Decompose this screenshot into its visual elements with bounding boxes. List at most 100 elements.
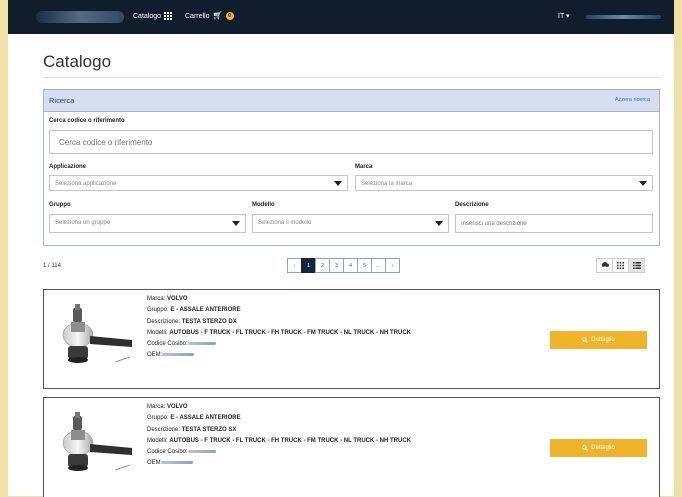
product-marca: Marca: VOLVO (147, 294, 411, 305)
search-panel-title: Ricerca (49, 96, 75, 105)
view-toggle (596, 258, 645, 273)
nav-catalogo[interactable]: Catalogo (133, 12, 173, 20)
marca-field-value: VOLVO (167, 296, 188, 302)
product-gruppo: Gruppo: E - ASSALE ANTERIORE (147, 413, 411, 424)
grid-icon (164, 12, 173, 20)
logo[interactable] (36, 11, 124, 23)
pagination-page-3[interactable]: 3 (329, 258, 344, 273)
cart-icon: 🛒︎ (212, 11, 223, 20)
pagination: ‹ 1 2 3 4 5 ... › (287, 258, 400, 273)
product-cosibo: Codice Cosibo: (147, 339, 411, 350)
detail-button-label: Dettaglio (591, 337, 615, 343)
product-oem: OEM: (147, 350, 411, 361)
list-view-icon (632, 262, 641, 269)
descrizione-field-label: Descrizione: (147, 318, 181, 325)
pagination-page-5[interactable]: 5 (357, 258, 372, 273)
cosibo-redacted (187, 342, 216, 346)
marca-value: Seleziona la marca (361, 181, 413, 187)
user-menu[interactable] (586, 15, 661, 19)
marca-label: Marca (355, 164, 373, 170)
product-info: Marca: VOLVO Gruppo: E - ASSALE ANTERIOR… (147, 294, 411, 362)
search-panel: Ricerca Azzera ricerca Cerca codice o ri… (43, 89, 660, 246)
language-dropdown[interactable]: IT ▾ (558, 12, 570, 20)
product-cosibo: Codice Cosibo: (147, 447, 411, 458)
modelli-field-value: AUTOBUS - F TRUCK - FL TRUCK - FH TRUCK … (169, 329, 411, 336)
oem-field-label: OEM (147, 460, 161, 467)
search-icon (582, 445, 588, 451)
modello-select[interactable]: Seleziona il modello (252, 214, 449, 233)
grid-view-icon (617, 262, 624, 269)
chevron-down-icon (435, 221, 443, 226)
product-image (62, 412, 132, 471)
code-label: Cerca codice o riferimento (49, 118, 125, 124)
results-count: 1 / 114 (43, 263, 61, 269)
descrizione-label: Descrizione (455, 202, 489, 208)
oem-field-label: OEM: (147, 352, 163, 359)
product-oem: OEM (147, 458, 411, 469)
product-modelli: Modelli: AUTOBUS - F TRUCK - FL TRUCK - … (147, 328, 411, 339)
product-descrizione: Descrizione: TESTA STERZO SX (147, 425, 411, 436)
pagination-next[interactable]: › (385, 258, 400, 273)
nav-carrello-label: Carrello (185, 12, 210, 20)
marca-field-label: Marca: (147, 404, 166, 410)
modelli-field-label: Modelli: (147, 329, 168, 336)
marca-select[interactable]: Seleziona la marca (355, 175, 653, 191)
cosibo-field-label: Codice Cosibo: (147, 341, 188, 348)
gruppo-field-label: Gruppo: (147, 307, 169, 314)
descrizione-input[interactable] (455, 214, 653, 233)
product-card: Marca: VOLVO Gruppo: E - ASSALE ANTERIOR… (43, 289, 660, 389)
download-button[interactable] (596, 258, 613, 273)
chevron-down-icon (334, 181, 342, 186)
grid-view-button[interactable] (612, 258, 629, 273)
gruppo-field-value: E - ASSALE ANTERIORE (170, 307, 241, 314)
pagination-prev[interactable]: ‹ (287, 258, 302, 273)
modelli-field-label: Modelli: (147, 437, 168, 444)
detail-button-label: Dettaglio (591, 445, 615, 451)
download-icon (601, 261, 609, 270)
descrizione-field-label: Descrizione: (147, 426, 181, 433)
modelli-field-value: AUTOBUS - F TRUCK - FL TRUCK - FH TRUCK … (169, 437, 411, 444)
descrizione-field-value: TESTA STERZO DX (181, 318, 237, 325)
cart-count-badge: 0 (225, 12, 234, 20)
navbar: Catalogo Carrello 🛒︎ 0 IT ▾ (8, 0, 674, 34)
cosibo-field-label: Codice Cosibo: (147, 449, 188, 456)
page: Catalogo Carrello 🛒︎ 0 IT ▾ Catalogo Ric… (8, 0, 674, 497)
reset-search-link[interactable]: Azzera ricerca (615, 97, 650, 103)
gruppo-field-label: Gruppo: (147, 415, 169, 422)
marca-field-value: VOLVO (167, 404, 188, 410)
nav-carrello[interactable]: Carrello 🛒︎ 0 (185, 12, 234, 20)
detail-button[interactable]: Dettaglio (550, 439, 647, 457)
oem-redacted (160, 461, 193, 465)
pagination-page-2[interactable]: 2 (315, 258, 330, 273)
gruppo-value: Seleziona un gruppo (55, 220, 111, 226)
pagination-page-4[interactable]: 4 (343, 258, 358, 273)
list-view-button[interactable] (628, 258, 645, 273)
product-marca: Marca: VOLVO (147, 402, 411, 413)
product-modelli: Modelli: AUTOBUS - F TRUCK - FL TRUCK - … (147, 436, 411, 447)
oem-redacted (162, 353, 195, 357)
nav-catalogo-label: Catalogo (133, 12, 162, 20)
product-image (62, 304, 132, 363)
gruppo-select[interactable]: Seleziona un gruppo (49, 214, 246, 233)
product-descrizione: Descrizione: TESTA STERZO DX (147, 317, 411, 328)
search-panel-header: Ricerca Azzera ricerca (44, 90, 659, 112)
applicazione-select[interactable]: Seleziona applicazione (49, 175, 348, 191)
title-divider (43, 77, 660, 78)
descrizione-field-value: TESTA STERZO SX (181, 426, 237, 433)
applicazione-label: Applicazione (49, 164, 87, 170)
gruppo-label: Gruppo (49, 202, 71, 208)
applicazione-value: Seleziona applicazione (55, 181, 117, 187)
product-info: Marca: VOLVO Gruppo: E - ASSALE ANTERIOR… (147, 402, 411, 470)
modello-value: Seleziona il modello (258, 220, 312, 226)
chevron-down-icon (232, 221, 240, 226)
detail-button[interactable]: Dettaglio (550, 331, 647, 349)
search-icon (582, 337, 588, 343)
modello-label: Modello (252, 202, 275, 208)
pagination-page-1[interactable]: 1 (301, 258, 316, 273)
marca-field-label: Marca: (147, 296, 166, 302)
code-search-input[interactable] (49, 130, 653, 154)
chevron-down-icon (639, 181, 647, 186)
gruppo-field-value: E - ASSALE ANTERIORE (170, 415, 241, 422)
cosibo-redacted (187, 450, 216, 454)
pagination-ellipsis[interactable]: ... (371, 258, 386, 273)
